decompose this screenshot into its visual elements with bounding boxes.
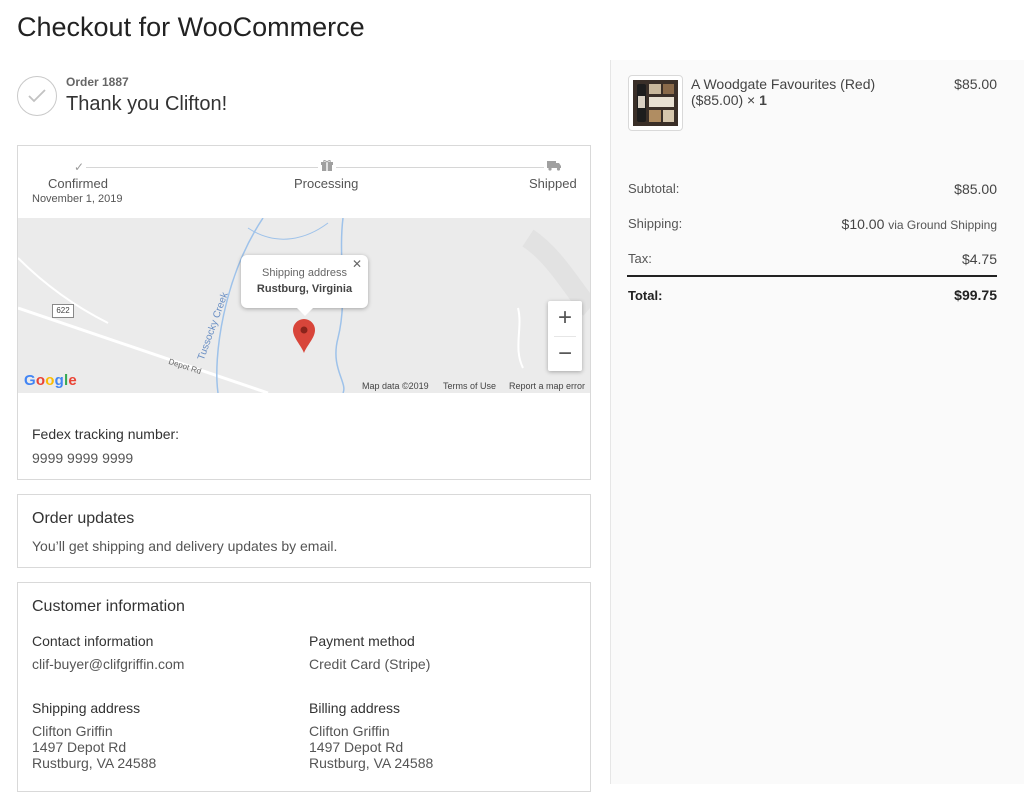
shipping-city: Rustburg, VA 24588 bbox=[32, 755, 157, 771]
shipping-street: 1497 Depot Rd bbox=[32, 739, 127, 755]
order-summary-panel bbox=[610, 60, 1024, 784]
order-number: Order 1887 bbox=[66, 75, 129, 89]
route-badge: 622 bbox=[52, 304, 74, 318]
shipping-name: Clifton Griffin bbox=[32, 723, 113, 739]
payment-method-value: Credit Card (Stripe) bbox=[309, 656, 431, 672]
product-unit-price: ($85.00) × bbox=[691, 92, 760, 108]
status-progress-line bbox=[86, 167, 548, 168]
shipping-cost: $10.00 via Ground Shipping bbox=[842, 216, 997, 232]
thank-you-heading: Thank you Clifton! bbox=[66, 93, 228, 115]
payment-method-label: Payment method bbox=[309, 633, 415, 649]
order-updates-card: Order updates You’ll get shipping and de… bbox=[17, 494, 591, 568]
shipping-address-popup: ✕ Shipping address Rustburg, Virginia bbox=[241, 255, 368, 316]
report-map-error-link[interactable]: Report a map error bbox=[509, 381, 585, 391]
status-shipped-label: Shipped bbox=[529, 176, 577, 191]
customer-information-card: Customer information Contact information… bbox=[17, 582, 591, 792]
page-title: Checkout for WooCommerce bbox=[17, 12, 365, 42]
product-price: $85.00 bbox=[954, 76, 997, 92]
terms-of-use-link[interactable]: Terms of Use bbox=[443, 381, 496, 391]
shipping-address-label: Shipping address bbox=[32, 700, 141, 716]
gift-icon bbox=[318, 160, 336, 174]
shipping-label: Shipping: bbox=[628, 216, 683, 231]
zoom-out-button[interactable]: − bbox=[548, 337, 582, 371]
total-value: $99.75 bbox=[954, 287, 997, 303]
billing-name: Clifton Griffin bbox=[309, 723, 390, 739]
popup-title: Shipping address bbox=[261, 267, 347, 279]
billing-street: 1497 Depot Rd bbox=[309, 739, 404, 755]
shipping-method: via Ground Shipping bbox=[888, 218, 997, 232]
map-zoom-controls: + − bbox=[548, 301, 582, 371]
contact-information-label: Contact information bbox=[32, 633, 154, 649]
order-confirmed-icon bbox=[17, 76, 57, 116]
google-logo: Google bbox=[24, 372, 77, 389]
product-title: A Woodgate Favourites (Red) bbox=[691, 76, 876, 92]
order-status-card: ✓ Confirmed November 1, 2019 Processing … bbox=[17, 145, 591, 480]
customer-information-title: Customer information bbox=[32, 598, 185, 615]
status-confirmed-label: Confirmed bbox=[48, 176, 108, 191]
total-label: Total: bbox=[628, 288, 663, 303]
tracking-number: 9999 9999 9999 bbox=[32, 450, 134, 466]
status-confirmed-date: November 1, 2019 bbox=[32, 193, 123, 205]
tax-label: Tax: bbox=[628, 251, 652, 266]
shipping-value: $10.00 bbox=[841, 216, 885, 232]
subtotal-label: Subtotal: bbox=[628, 181, 680, 196]
contact-email: clif-buyer@clifgriffin.com bbox=[32, 656, 185, 672]
product-name: A Woodgate Favourites (Red) ($85.00) × 1 bbox=[691, 76, 931, 108]
product-quantity: 1 bbox=[759, 92, 767, 108]
zoom-in-button[interactable]: + bbox=[548, 301, 582, 335]
truck-icon bbox=[544, 160, 565, 174]
total-divider bbox=[627, 275, 997, 277]
order-updates-text: You’ll get shipping and delivery updates… bbox=[32, 538, 338, 554]
checkmark-icon: ✓ bbox=[72, 160, 87, 174]
tracking-label: Fedex tracking number: bbox=[32, 426, 180, 442]
tax-value: $4.75 bbox=[961, 251, 997, 267]
map-data-credit: Map data ©2019 bbox=[362, 381, 429, 391]
order-updates-title: Order updates bbox=[32, 510, 135, 527]
subtotal-value: $85.00 bbox=[954, 181, 997, 197]
shipping-map[interactable]: 622 Depot Rd Tussocky Creek ✕ Shipping a… bbox=[18, 218, 590, 393]
status-processing-label: Processing bbox=[294, 176, 359, 191]
product-thumbnail bbox=[628, 75, 683, 131]
billing-city: Rustburg, VA 24588 bbox=[309, 755, 434, 771]
map-pin-icon[interactable] bbox=[292, 318, 316, 354]
popup-city: Rustburg, Virginia bbox=[256, 283, 353, 295]
billing-address-label: Billing address bbox=[309, 700, 401, 716]
